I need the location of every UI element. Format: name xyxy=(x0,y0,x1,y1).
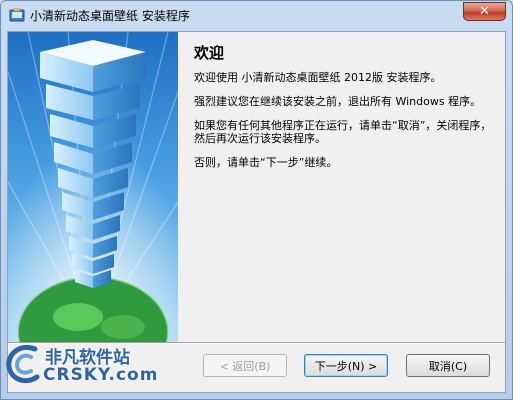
welcome-content: 欢迎 欢迎使用 小清新动态桌面壁纸 2012版 安装程序。 强烈建议您在继续该安… xyxy=(194,42,494,180)
close-button[interactable]: ✕ xyxy=(463,2,506,21)
cancel-button[interactable]: 取消(C) xyxy=(406,354,490,377)
continue-instruction-text: 否则，请单击“下一步”继续。 xyxy=(194,156,338,169)
back-button[interactable]: < 返回(B) xyxy=(203,354,287,377)
crsky-logo-icon xyxy=(6,345,40,384)
installer-window: 小清新动态桌面壁纸 安装程序 ✕ 欢迎 欢迎使用 小清新动态桌面壁纸 2012版… xyxy=(0,0,513,400)
close-programs-advice-text: 强烈建议您在继续该安装之前，退出所有 Windows 程序。 xyxy=(194,95,482,108)
setup-banner-image xyxy=(8,32,178,342)
installer-app-icon xyxy=(9,8,25,22)
watermark-english-text: CRSKY.com xyxy=(43,365,159,385)
window-title: 小清新动态桌面壁纸 安装程序 xyxy=(30,9,190,23)
next-button[interactable]: 下一步(N) > xyxy=(304,354,388,377)
title-bar[interactable]: 小清新动态桌面壁纸 安装程序 ✕ xyxy=(1,1,512,29)
cancel-instruction-text: 如果您有任何其他程序正在运行，请单击“取消”，关闭程序，然后再次运行该安装程序。 xyxy=(194,119,492,145)
client-area: 欢迎 欢迎使用 小清新动态桌面壁纸 2012版 安装程序。 强烈建议您在继续该安… xyxy=(7,31,506,393)
crsky-watermark: 非凡软件站 CRSKY.com xyxy=(5,341,165,399)
close-icon: ✕ xyxy=(479,4,490,19)
welcome-intro-text: 欢迎使用 小清新动态桌面壁纸 2012版 安装程序。 xyxy=(194,71,442,84)
welcome-heading: 欢迎 xyxy=(194,44,225,62)
